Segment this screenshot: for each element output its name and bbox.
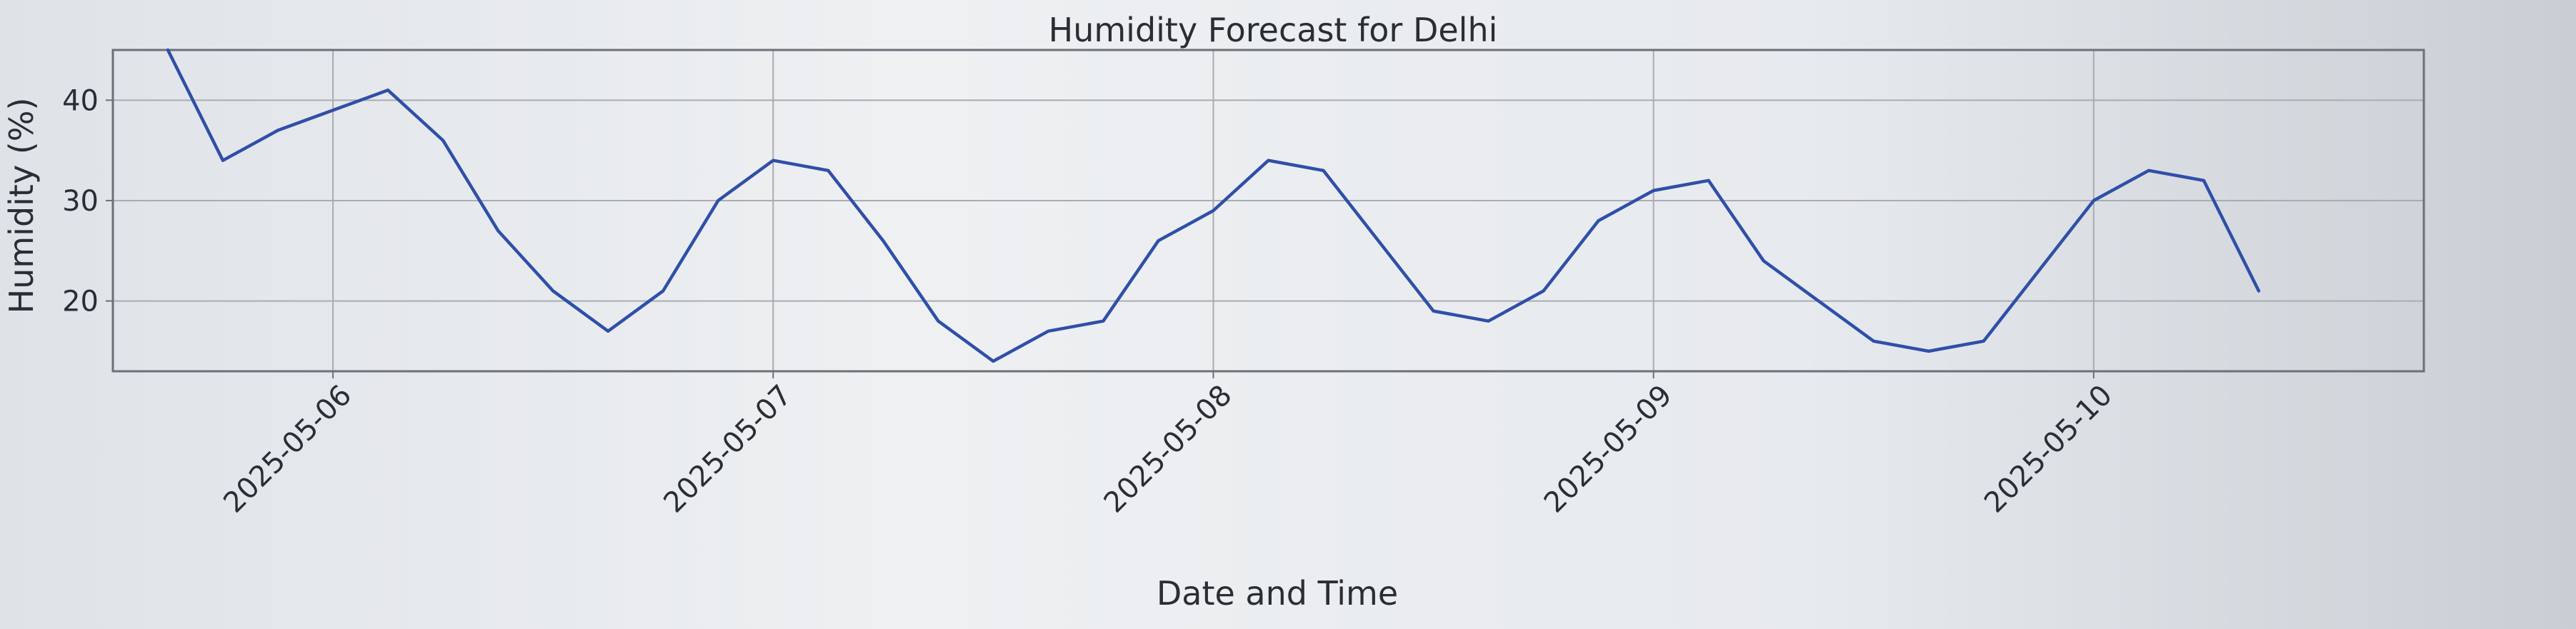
y-tick-label: 20 [62,286,99,318]
tick-layer: 20 30 40 2025-05-06 2025-05-07 2025-05-08 2025… [62,84,2119,519]
x-tick-label: 2025-05-08 [1098,379,1239,520]
y-tick-label: 40 [62,84,99,117]
grid-layer [113,50,2424,371]
humidity-line-chart: 20 30 40 2025-05-06 2025-05-07 2025-05-08 2025… [2,11,2425,613]
x-tick-label: 2025-05-06 [217,379,358,520]
y-axis-label: Humidity (%) [2,98,41,314]
chart-figure: 20 30 40 2025-05-06 2025-05-07 2025-05-08 2025… [0,0,2576,629]
plot-area-frame [111,49,2425,373]
x-axis-label: Date and Time [1157,574,1398,613]
y-tick-label: 30 [62,185,99,218]
chart-title: Humidity Forecast for Delhi [1049,11,1498,49]
x-tick-label: 2025-05-10 [1978,379,2119,520]
x-tick-label: 2025-05-09 [1538,379,1679,520]
x-tick-label: 2025-05-07 [657,379,798,520]
